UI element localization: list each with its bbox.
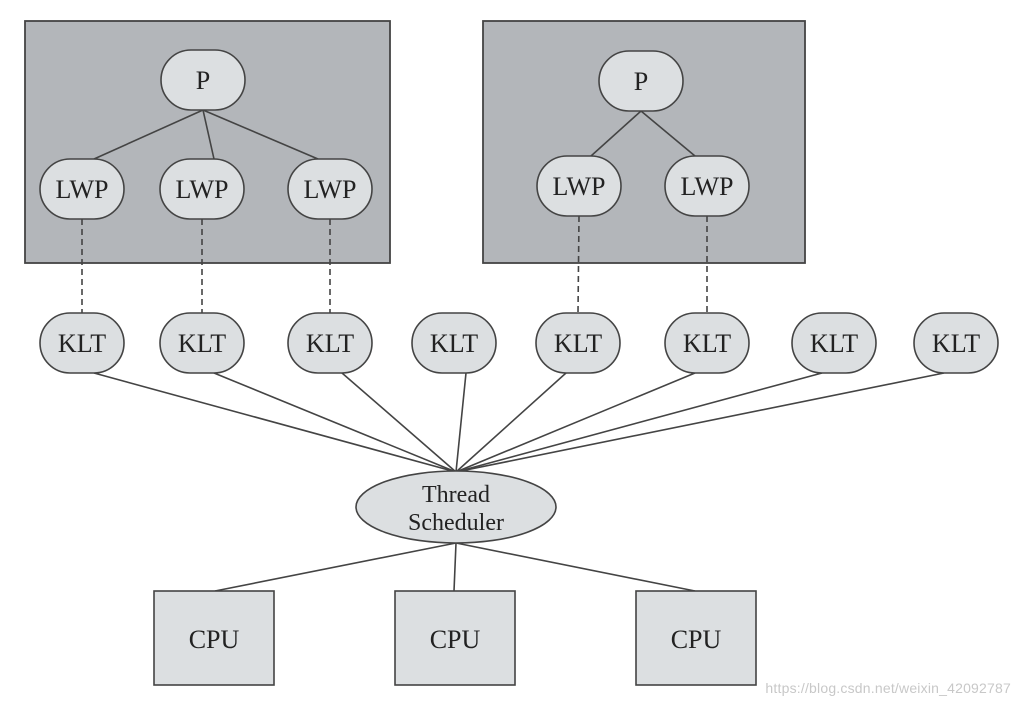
edge-klt-2-scheduler xyxy=(213,372,457,473)
lwp-4-label: LWP xyxy=(553,172,606,201)
klt-1: KLT xyxy=(39,312,125,374)
klt-5: KLT xyxy=(535,312,621,374)
lwp-4: LWP xyxy=(536,155,622,217)
klt-4-label: KLT xyxy=(430,329,478,358)
lwp-2: LWP xyxy=(159,158,245,220)
klt-6: KLT xyxy=(664,312,750,374)
klt-3-label: KLT xyxy=(306,329,354,358)
cpu-1-label: CPU xyxy=(189,625,240,654)
lwp-5-label: LWP xyxy=(681,172,734,201)
process-1-node-label: P xyxy=(196,66,210,95)
edge-lwp-4-klt-5 xyxy=(577,215,580,314)
klt-7: KLT xyxy=(791,312,877,374)
process-2-node-label: P xyxy=(634,67,648,96)
klt-4: KLT xyxy=(411,312,497,374)
cpu-2: CPU xyxy=(394,590,516,686)
thread-scheduler-label-line1: Thread xyxy=(422,482,490,508)
lwp-1-label: LWP xyxy=(56,175,109,204)
lwp-3: LWP xyxy=(287,158,373,220)
cpu-3: CPU xyxy=(635,590,757,686)
edge-klt-8-scheduler xyxy=(455,372,945,473)
edge-klt-6-scheduler xyxy=(455,372,696,473)
klt-8: KLT xyxy=(913,312,999,374)
edge-scheduler-cpu-3 xyxy=(455,542,696,592)
lwp-3-label: LWP xyxy=(304,175,357,204)
lwp-1: LWP xyxy=(39,158,125,220)
cpu-3-label: CPU xyxy=(671,625,722,654)
klt-8-label: KLT xyxy=(932,329,980,358)
process-2-node: P xyxy=(598,50,684,112)
klt-3: KLT xyxy=(287,312,373,374)
edge-scheduler-cpu-1 xyxy=(214,542,457,592)
thread-scheduler: ThreadScheduler xyxy=(355,470,557,544)
thread-scheduler-label-line2: Scheduler xyxy=(408,510,504,536)
process-boxes-layer xyxy=(24,20,806,264)
klt-1-label: KLT xyxy=(58,329,106,358)
klt-7-label: KLT xyxy=(810,329,858,358)
cpu-1: CPU xyxy=(153,590,275,686)
cpu-2-label: CPU xyxy=(430,625,481,654)
klt-2-label: KLT xyxy=(178,329,226,358)
process-1-node: P xyxy=(160,49,246,111)
watermark: https://blog.csdn.net/weixin_42092787 xyxy=(765,680,1011,696)
diagram-canvas: P LWP LWP LWP P LWP LWP KLT KLT KLT KLT KLT KLT KLT KL… xyxy=(0,0,1019,702)
klt-2: KLT xyxy=(159,312,245,374)
edge-klt-1-scheduler xyxy=(93,372,457,473)
klt-5-label: KLT xyxy=(554,329,602,358)
lwp-5: LWP xyxy=(664,155,750,217)
thread-model-diagram: P LWP LWP LWP P LWP LWP KLT KLT KLT KLT KLT KLT KLT KL… xyxy=(24,20,999,686)
lwp-2-label: LWP xyxy=(176,175,229,204)
edge-scheduler-cpu-2 xyxy=(453,542,457,592)
edge-klt-4-scheduler xyxy=(455,372,467,473)
klt-6-label: KLT xyxy=(683,329,731,358)
